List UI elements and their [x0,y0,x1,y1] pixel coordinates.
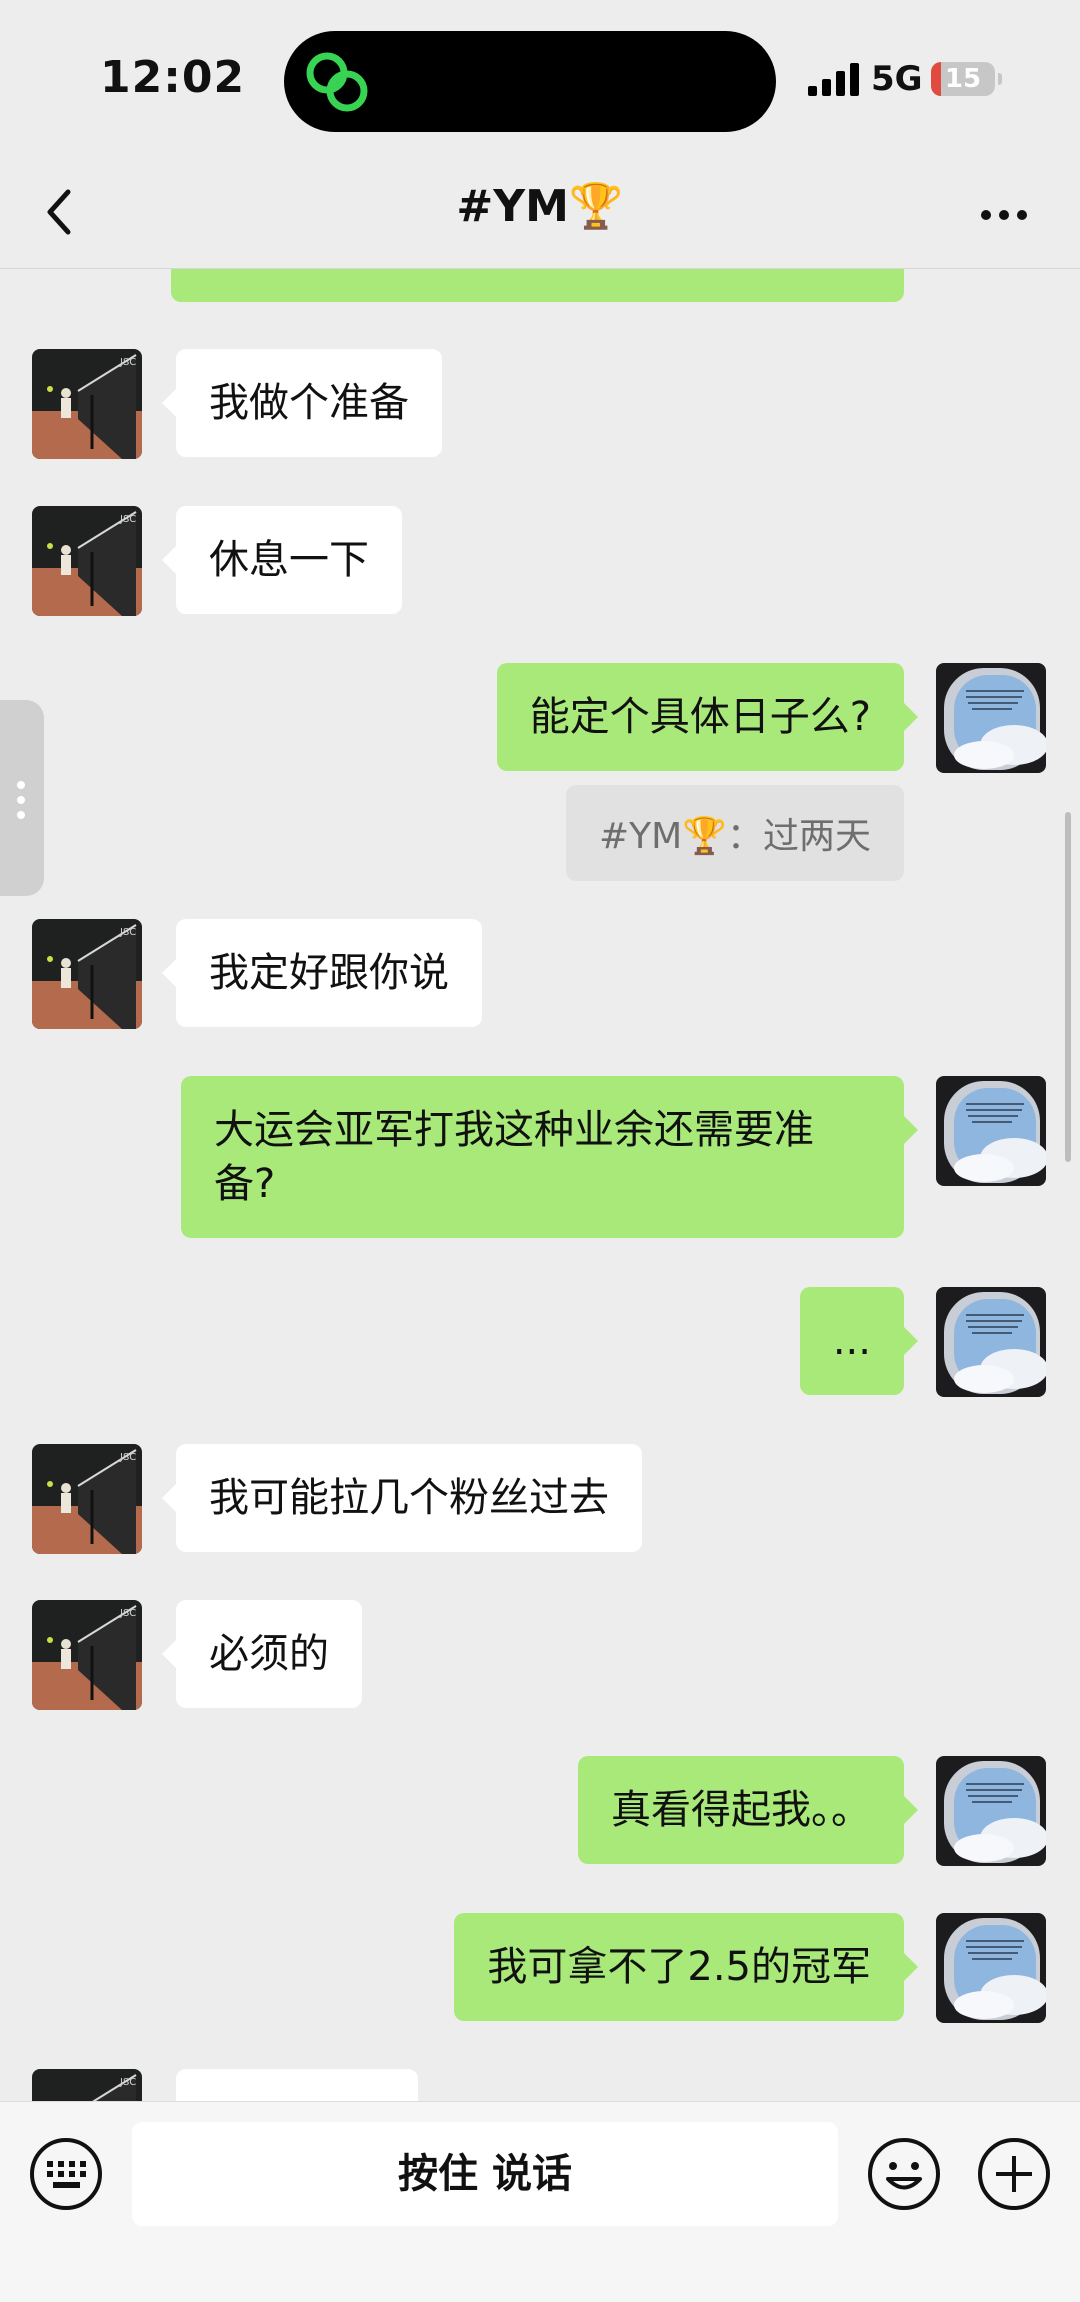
chat-title: #YM🏆 [456,181,624,232]
ellipsis-icon[interactable] [978,200,1030,230]
side-drawer-handle[interactable] [0,700,44,896]
chat-area[interactable]: 我做个准备 休息一下 能定个具体日子么? #YM🏆：过两天 我定好跟你说 大运会… [0,269,1080,2101]
emoji-icon[interactable] [866,2136,942,2212]
status-time: 12:02 [100,52,246,103]
link-rings-icon [306,52,368,112]
message-row: 我可拿不了2.5的冠军 [0,1913,1080,2023]
received-message-bubble[interactable]: 我可能拉几个粉丝过去 [162,1444,642,1552]
signal-icon [808,63,859,96]
sent-message-bubble[interactable]: 能定个具体日子么? [496,663,919,771]
received-message-bubble[interactable]: 休息一下 [162,506,402,614]
dynamic-island [284,31,776,132]
contact-avatar[interactable] [32,1600,142,1710]
received-message-bubble[interactable] [176,2069,418,2101]
received-message-bubble[interactable]: 我定好跟你说 [162,919,482,1027]
input-bar: 按住 说话 [0,2101,1080,2302]
my-avatar[interactable] [936,1287,1046,1397]
contact-avatar[interactable] [32,349,142,459]
my-avatar[interactable] [936,1756,1046,1866]
battery-text: 15 [944,64,982,94]
message-row: ... [0,1287,1080,1397]
contact-avatar[interactable] [32,1444,142,1554]
my-avatar[interactable] [936,1913,1046,2023]
contact-avatar[interactable] [32,506,142,616]
message-row: 必须的 [0,1600,1080,1710]
message-row: 我做个准备 [0,349,1080,459]
my-avatar[interactable] [936,663,1046,773]
network-label: 5G [871,59,923,99]
previous-message-bubble [171,269,904,302]
contact-avatar[interactable] [32,2069,142,2101]
next-message-row [0,2069,1080,2101]
message-row: 我定好跟你说 [0,919,1080,1029]
message-row: 我可能拉几个粉丝过去 [0,1444,1080,1554]
message-row: 大运会亚军打我这种业余还需要准备? [0,1076,1080,1240]
sent-message-bubble[interactable]: 大运会亚军打我这种业余还需要准备? [181,1076,918,1238]
scrollbar[interactable] [1065,812,1071,1162]
my-avatar[interactable] [936,1076,1046,1186]
quoted-reply[interactable]: #YM🏆：过两天 [565,785,904,881]
message-row: 能定个具体日子么? [0,663,1080,773]
vertical-dots-icon [17,781,25,819]
plus-icon[interactable] [976,2136,1052,2212]
received-message-bubble[interactable]: 我做个准备 [162,349,442,457]
battery-icon: 15 [931,62,995,96]
sent-message-bubble[interactable]: 我可拿不了2.5的冠军 [454,1913,918,2021]
message-row: 休息一下 [0,506,1080,616]
nav-bar: #YM🏆 [0,160,1080,269]
sent-message-bubble[interactable]: 真看得起我。。 [578,1756,918,1864]
message-row: 真看得起我。。 [0,1756,1080,1866]
contact-avatar[interactable] [32,919,142,1029]
battery-cap [998,73,1002,85]
status-bar: 12:02 5G 15 [0,0,1080,160]
sent-message-bubble[interactable]: ... [799,1287,919,1395]
keyboard-icon[interactable] [28,2136,104,2212]
hold-to-talk-button[interactable]: 按住 说话 [132,2122,838,2226]
received-message-bubble[interactable]: 必须的 [162,1600,362,1708]
